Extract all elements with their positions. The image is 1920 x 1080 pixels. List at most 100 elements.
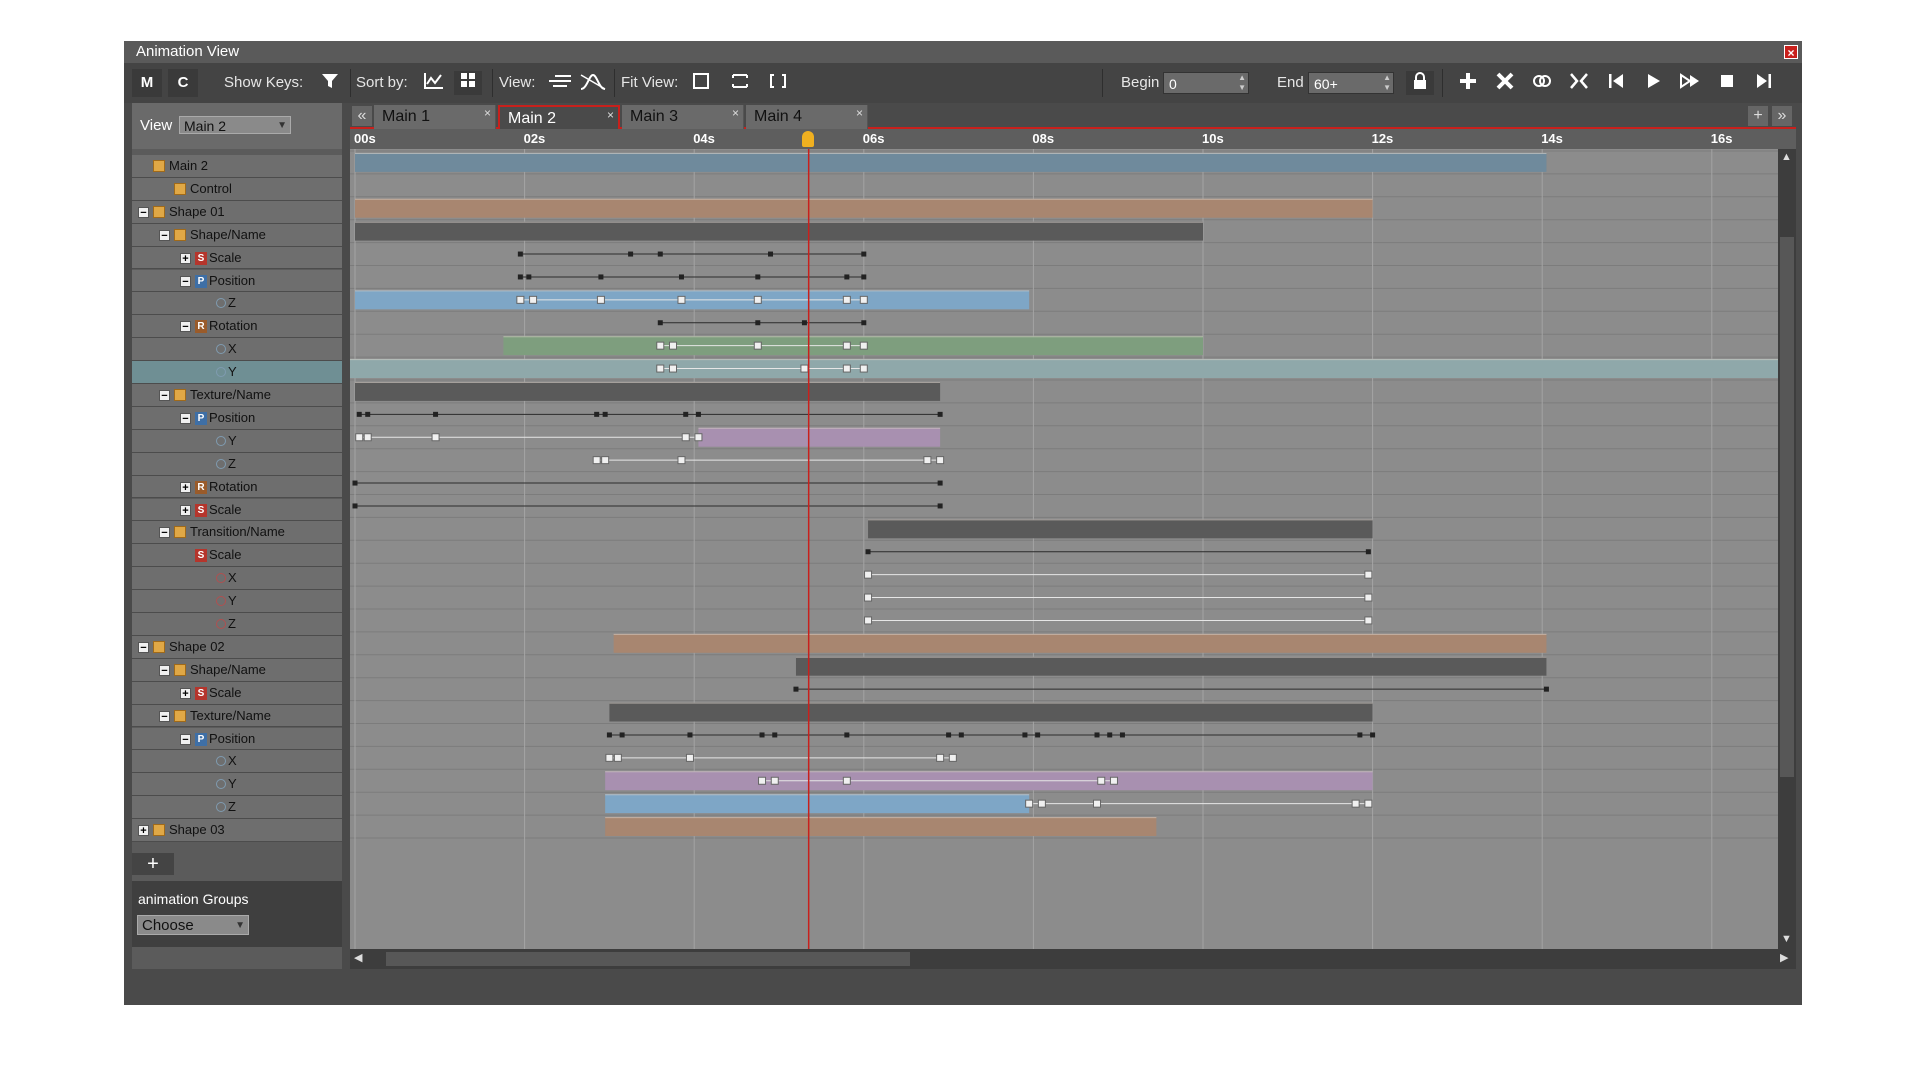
keyframe[interactable]	[844, 274, 850, 280]
keyframe[interactable]	[685, 753, 694, 762]
link-icon[interactable]	[1528, 71, 1556, 95]
track-bar[interactable]	[605, 794, 1030, 814]
tree-row[interactable]: Z	[132, 796, 342, 820]
keyframe[interactable]	[605, 753, 614, 762]
tab-main-2[interactable]: Main 2 ×	[498, 105, 620, 129]
keyframe[interactable]	[529, 295, 538, 304]
track-bar[interactable]	[868, 519, 1373, 539]
expand-icon[interactable]: +	[180, 687, 191, 699]
keyframe[interactable]	[601, 456, 610, 465]
keyframe[interactable]	[793, 686, 799, 692]
tree-row[interactable]: X	[132, 567, 342, 591]
tree-row[interactable]: Y	[132, 773, 342, 797]
keyframe[interactable]	[1364, 799, 1373, 808]
keyframe[interactable]	[598, 274, 604, 280]
stop-icon[interactable]	[1713, 71, 1741, 95]
collapse-icon[interactable]: −	[159, 390, 170, 402]
keyframe[interactable]	[526, 274, 532, 280]
tab-main-3[interactable]: Main 3 ×	[622, 105, 744, 129]
tree-row[interactable]: − Texture/Name	[132, 384, 342, 407]
keyframe[interactable]	[1364, 616, 1373, 625]
keyframe[interactable]	[363, 433, 372, 442]
keyframe[interactable]	[842, 341, 851, 350]
tab-close-icon[interactable]: ×	[856, 101, 863, 125]
keyframe[interactable]	[669, 364, 677, 373]
sort-grid-icon[interactable]	[454, 71, 482, 95]
view-lines-icon[interactable]	[546, 71, 574, 95]
keyframe[interactable]	[759, 732, 765, 738]
expand-icon[interactable]: +	[138, 825, 149, 837]
keyframe[interactable]	[937, 480, 943, 486]
keyframe[interactable]	[770, 776, 779, 785]
keyframe[interactable]	[596, 295, 605, 304]
time-ruler[interactable]: 00s 02s 04s 06s 08s 10s 12s 14s 16s	[350, 129, 1796, 149]
keyframe[interactable]	[936, 753, 945, 762]
keyframe[interactable]	[365, 411, 371, 417]
end-spinner[interactable]: 60+ ▲ ▼	[1308, 72, 1394, 94]
collapse-icon[interactable]: −	[180, 275, 191, 287]
timeline-canvas[interactable]	[350, 149, 1778, 949]
tree-row[interactable]: Y	[132, 590, 342, 613]
begin-spinner[interactable]: 0 ▲ ▼	[1163, 72, 1249, 94]
delete-key-icon[interactable]	[1491, 71, 1519, 95]
keyframe[interactable]	[356, 411, 362, 417]
play-icon[interactable]	[1639, 71, 1667, 95]
tabs-scroll-right-icon[interactable]: »	[1772, 106, 1792, 126]
keyframe[interactable]	[516, 295, 525, 304]
expand-icon[interactable]: +	[180, 481, 191, 493]
playhead-marker-icon[interactable]	[801, 131, 814, 147]
keyframe[interactable]	[1022, 732, 1028, 738]
keyframe[interactable]	[937, 411, 943, 417]
keyframe[interactable]	[1364, 570, 1373, 579]
keyframe[interactable]	[352, 503, 358, 509]
keyframe[interactable]	[677, 456, 686, 465]
spinner-arrows-icon[interactable]: ▲ ▼	[1383, 73, 1391, 93]
keyframe[interactable]	[1543, 686, 1549, 692]
vertical-scroll-thumb[interactable]	[1780, 237, 1794, 777]
scroll-right-icon[interactable]: ▶	[1780, 951, 1788, 964]
tree-row[interactable]: + R Rotation	[132, 475, 342, 499]
view-curves-icon[interactable]	[579, 71, 607, 95]
track-bar[interactable]	[609, 702, 1373, 722]
fit-brackets-icon[interactable]	[764, 71, 792, 95]
keyframe[interactable]	[864, 570, 873, 579]
keyframe[interactable]	[842, 776, 851, 785]
keyframe[interactable]	[923, 456, 932, 465]
tree-row[interactable]: Y	[132, 361, 342, 384]
keyframe[interactable]	[1351, 799, 1360, 808]
tree-row[interactable]: − Transition/Name	[132, 521, 342, 545]
keyframe[interactable]	[1370, 732, 1376, 738]
keyframe[interactable]	[517, 251, 523, 257]
keyframe[interactable]	[864, 593, 873, 602]
keyframe[interactable]	[937, 503, 943, 509]
keyframe[interactable]	[433, 411, 439, 417]
keyframe[interactable]	[865, 549, 871, 555]
keyframe[interactable]	[753, 295, 762, 304]
go-end-icon[interactable]	[1750, 71, 1778, 95]
expand-icon[interactable]: +	[180, 504, 191, 516]
add-key-icon[interactable]	[1454, 71, 1482, 95]
expand-icon[interactable]: +	[180, 252, 191, 264]
keyframe[interactable]	[801, 320, 807, 326]
keyframe[interactable]	[687, 732, 693, 738]
keyframe[interactable]	[861, 251, 867, 257]
keyframe[interactable]	[859, 295, 868, 304]
collapse-icon[interactable]: −	[138, 206, 149, 218]
keyframe[interactable]	[1097, 776, 1106, 785]
tabs-scroll-left-icon[interactable]: «	[352, 106, 372, 126]
tree-row[interactable]: Z	[132, 292, 342, 316]
scroll-up-icon[interactable]: ▲	[1781, 151, 1792, 163]
keyframe[interactable]	[678, 274, 684, 280]
keyframe[interactable]	[758, 776, 767, 785]
track-bar[interactable]	[355, 198, 1373, 218]
track-bar[interactable]	[698, 427, 941, 447]
tab-main-1[interactable]: Main 1 ×	[374, 105, 496, 129]
track-bar[interactable]	[605, 817, 1157, 836]
fit-square-icon[interactable]	[687, 71, 715, 95]
tree-row[interactable]: − P Position	[132, 727, 342, 751]
keyframe[interactable]	[842, 295, 851, 304]
close-window-button[interactable]: ×	[1784, 45, 1798, 60]
track-bar[interactable]	[613, 633, 1547, 653]
keyframe[interactable]	[1365, 549, 1371, 555]
keyframe[interactable]	[592, 456, 601, 465]
